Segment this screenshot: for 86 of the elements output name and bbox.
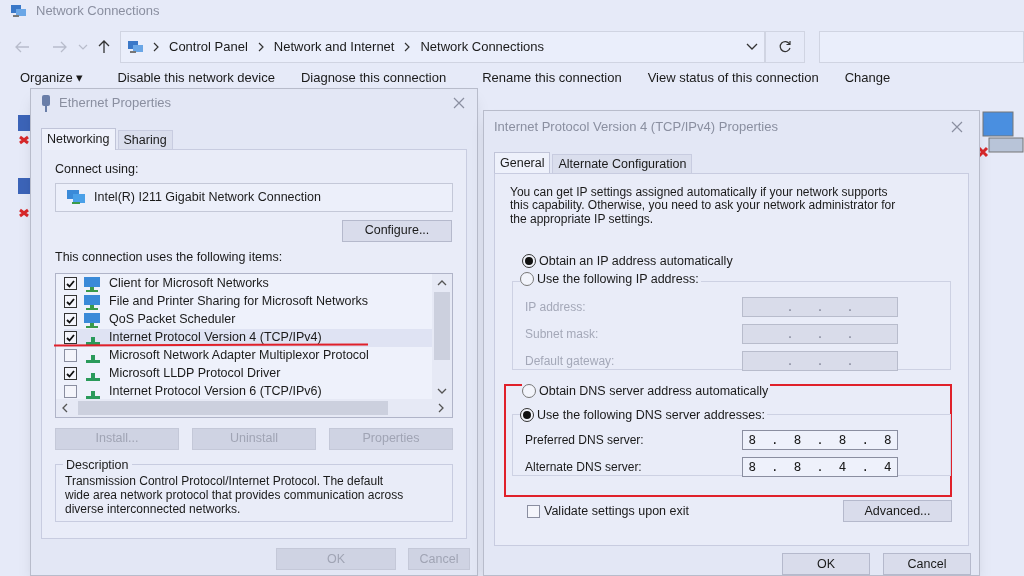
vertical-scrollbar[interactable]: [432, 273, 452, 400]
network-folder-icon: [127, 40, 145, 54]
list-item-label[interactable]: Client for Microsoft Networks: [109, 274, 269, 293]
chevron-up-icon[interactable]: [437, 279, 447, 286]
breadcrumb-link[interactable]: Network and Internet: [273, 37, 395, 57]
protocol-icon: [86, 372, 100, 381]
radio-button[interactable]: [520, 408, 534, 423]
address-bar[interactable]: Control Panel Network and Internet Network Connections: [120, 31, 765, 63]
scrollbar-thumb[interactable]: [78, 400, 388, 415]
network-folder-icon: [10, 4, 28, 18]
chevron-down-icon[interactable]: [746, 43, 758, 51]
chevron-right-icon[interactable]: [257, 42, 264, 52]
radio-label[interactable]: Obtain an IP address automatically: [539, 252, 733, 271]
checkbox[interactable]: [64, 349, 77, 362]
list-item-label[interactable]: Microsoft Network Adapter Multiplexor Protocol: [109, 346, 369, 365]
toolbar-command[interactable]: View status of this connection: [647, 68, 819, 88]
radio-label[interactable]: Use the following DNS server addresses:: [537, 406, 765, 425]
ip-address-field[interactable]: 8 . 8 . 8 . 8: [742, 430, 898, 451]
scrollbar-thumb[interactable]: [434, 291, 450, 360]
intro-text: You can get IP settings assigned automatically if your network supports this capability. Otherwise, you need to ask your network administrator for the appropriate IP settings.: [510, 185, 897, 227]
checkbox[interactable]: [64, 331, 77, 344]
monitor-icon: [83, 293, 103, 310]
chevron-down-icon[interactable]: [437, 387, 447, 394]
dialog-title: Ethernet Properties: [59, 94, 172, 113]
breadcrumb-link[interactable]: Control Panel: [169, 37, 248, 57]
field-label: Default gateway:: [525, 353, 616, 371]
ethernet-cable-icon: [41, 94, 51, 112]
field-label: This connection uses the following items:: [55, 248, 284, 266]
field-label: Alternate DNS server:: [525, 459, 643, 477]
chevron-right-icon[interactable]: [153, 42, 159, 52]
radio-label[interactable]: Use the following IP address:: [537, 270, 699, 289]
list-item-label[interactable]: Microsoft LLDP Protocol Driver: [109, 364, 281, 383]
field-label: Preferred DNS server:: [525, 432, 645, 450]
field-label: IP address:: [525, 299, 587, 317]
horizontal-scrollbar[interactable]: [56, 398, 452, 417]
toolbar-command[interactable]: Organize ▾: [20, 68, 84, 88]
chevron-left-icon[interactable]: [62, 402, 68, 413]
checkbox[interactable]: [64, 295, 77, 308]
close-icon[interactable]: [453, 97, 465, 109]
field-label: Connect using:: [55, 161, 140, 178]
monitor-icon: [83, 275, 103, 292]
checkbox[interactable]: [64, 385, 77, 398]
checkbox[interactable]: [64, 313, 77, 326]
group-label: Description: [65, 456, 130, 474]
radio-button[interactable]: [520, 272, 534, 287]
tab[interactable]: Alternate Configuration: [552, 153, 693, 173]
list-item-label[interactable]: Internet Protocol Version 6 (TCP/IPv6): [109, 382, 322, 401]
search-field[interactable]: [819, 31, 1024, 63]
close-icon[interactable]: [951, 120, 963, 133]
refresh-icon: [778, 40, 792, 54]
tab[interactable]: Networking: [41, 128, 116, 150]
ip-address-field[interactable]: 8 . 8 . 4 . 4: [742, 457, 898, 478]
ok-button[interactable]: OK: [782, 553, 870, 575]
chevron-right-icon[interactable]: [404, 42, 411, 52]
monitor-icon: [83, 311, 103, 328]
toolbar-command[interactable]: Disable this network device: [117, 68, 275, 88]
window-title: Network Connections: [36, 2, 160, 21]
description-text: Transmission Control Protocol/Internet Protocol. The default wide area network protocol that provides communication across diverse interconnected networks.: [65, 474, 405, 517]
cancel-button[interactable]: Cancel: [883, 553, 971, 575]
checkbox-label[interactable]: Validate settings upon exit: [544, 502, 689, 521]
up-arrow-icon[interactable]: [98, 40, 110, 54]
refresh-button[interactable]: [765, 31, 805, 63]
list-item-label[interactable]: QoS Packet Scheduler: [109, 310, 236, 329]
tab[interactable]: General: [494, 151, 551, 174]
toolbar-command[interactable]: Change: [844, 68, 891, 88]
adapter-name: Intel(R) I211 Gigabit Network Connection: [94, 188, 321, 206]
dialog-title: Internet Protocol Version 4 (TCP/IPv4) Properties: [494, 118, 779, 137]
advanced-button[interactable]: Advanced...: [843, 500, 952, 523]
protocol-icon: [86, 336, 100, 345]
breadcrumb-link[interactable]: Network Connections: [420, 37, 545, 57]
protocol-icon: [86, 390, 100, 399]
configure-button[interactable]: Configure...: [342, 219, 452, 242]
tab[interactable]: Sharing: [117, 130, 173, 149]
checkbox[interactable]: [64, 367, 77, 380]
radio-button[interactable]: [522, 384, 536, 399]
network-adapter-icon: [66, 189, 86, 206]
checkbox[interactable]: [527, 504, 540, 518]
protocol-icon: [86, 354, 100, 363]
radio-button[interactable]: [522, 254, 536, 269]
list-item-label[interactable]: File and Printer Sharing for Microsoft Networks: [109, 292, 369, 311]
chevron-right-icon[interactable]: [438, 402, 444, 413]
list-item-label[interactable]: Internet Protocol Version 4 (TCP/IPv4): [109, 328, 322, 347]
toolbar-command[interactable]: Rename this connection: [482, 68, 622, 88]
field-label: Subnet mask:: [525, 326, 600, 344]
toolbar-command[interactable]: Diagnose this connection: [300, 68, 447, 88]
checkbox[interactable]: [64, 277, 77, 290]
